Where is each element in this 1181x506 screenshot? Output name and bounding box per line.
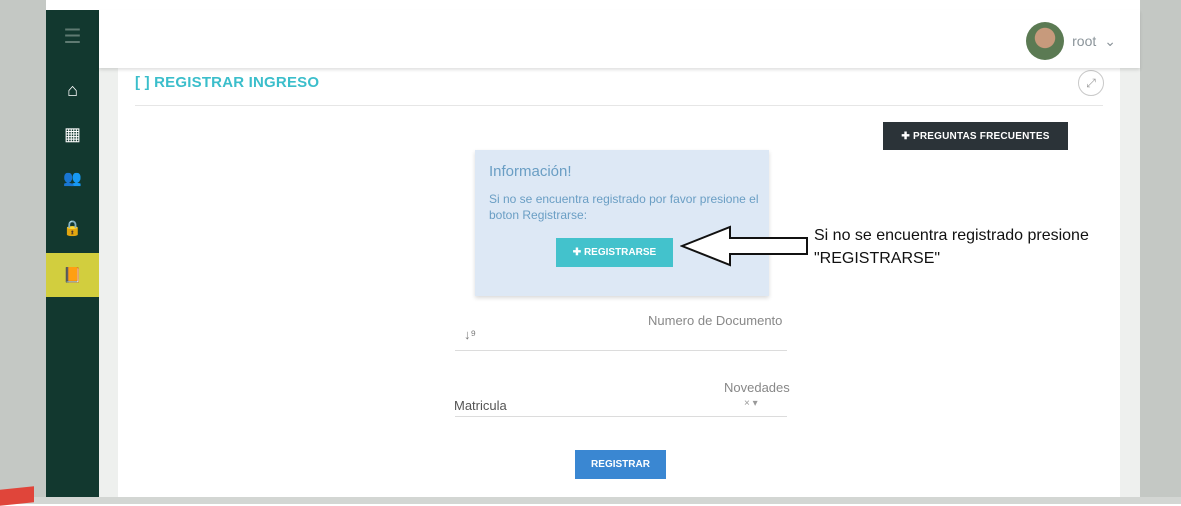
users-icon: 👥 xyxy=(63,170,82,187)
novedades-label: Novedades xyxy=(724,380,790,395)
frame-icon: [ ] xyxy=(135,74,150,91)
info-title: Información! xyxy=(489,163,572,180)
faq-button[interactable]: ✚ PREGUNTAS FRECUENTES xyxy=(883,122,1068,150)
annotation-line-2: "REGISTRARSE" xyxy=(814,250,941,267)
sidebar: ☰ ⌂ ▦ 👥 🔒 📙 xyxy=(46,10,99,504)
info-text: Si no se encuentra registrado por favor … xyxy=(489,192,759,222)
expand-button[interactable]: ⤢ xyxy=(1078,70,1104,96)
registrarse-button[interactable]: ✚ REGISTRARSE xyxy=(556,238,673,267)
expand-icon: ⤢ xyxy=(1086,75,1096,90)
building-icon: ▦ xyxy=(63,123,81,144)
register-panel: [ ] REGISTRAR INGRESO ⤢ ✚ PREGUNTAS FREC… xyxy=(118,68,1120,497)
title-divider xyxy=(135,105,1103,106)
chevron-down-icon: ⌄ xyxy=(1104,32,1116,49)
book-icon: 📙 xyxy=(63,267,82,284)
sidebar-item-book[interactable]: 📙 xyxy=(46,253,99,297)
menu-icon: ☰ xyxy=(63,25,82,48)
annotation-text: Si no se encuentra registrado presione "… xyxy=(814,224,1144,270)
document-label: Numero de Documento xyxy=(648,313,783,328)
user-menu[interactable]: root ⌄ xyxy=(1026,22,1116,60)
lock-icon: 🔒 xyxy=(63,220,82,237)
menu-toggle-button[interactable]: ☰ xyxy=(46,14,99,58)
annotation-line-1: Si no se encuentra registrado presione xyxy=(814,227,1089,244)
info-alert: Información! Si no se encuentra registra… xyxy=(475,150,769,296)
panel-title-text: REGISTRAR INGRESO xyxy=(154,74,320,91)
outer-left-margin xyxy=(0,0,46,504)
sort-numeric-icon: ↓⁹ xyxy=(464,327,477,342)
username: root xyxy=(1072,33,1097,49)
content-area: [ ] REGISTRAR INGRESO ⤢ ✚ PREGUNTAS FREC… xyxy=(99,68,1140,497)
home-icon: ⌂ xyxy=(67,79,78,100)
document-input[interactable] xyxy=(455,350,787,351)
registrar-button[interactable]: REGISTRAR xyxy=(575,450,666,479)
panel-title: [ ] REGISTRAR INGRESO xyxy=(135,74,319,91)
annotation-arrow-icon xyxy=(680,225,808,267)
sidebar-item-building[interactable]: ▦ xyxy=(46,112,99,156)
novedades-select[interactable]: Matricula xyxy=(454,398,507,413)
sidebar-item-home[interactable]: ⌂ xyxy=(46,68,99,112)
novedades-underline xyxy=(455,416,787,417)
sidebar-item-users[interactable]: 👥 xyxy=(46,156,99,200)
avatar xyxy=(1026,22,1065,60)
bottom-bar xyxy=(0,497,1181,504)
select-clear-dropdown-icon[interactable]: × ▾ xyxy=(744,398,758,409)
outer-right-margin xyxy=(1140,0,1181,504)
sidebar-item-lock[interactable]: 🔒 xyxy=(46,206,99,250)
topbar: root ⌄ xyxy=(99,10,1140,68)
